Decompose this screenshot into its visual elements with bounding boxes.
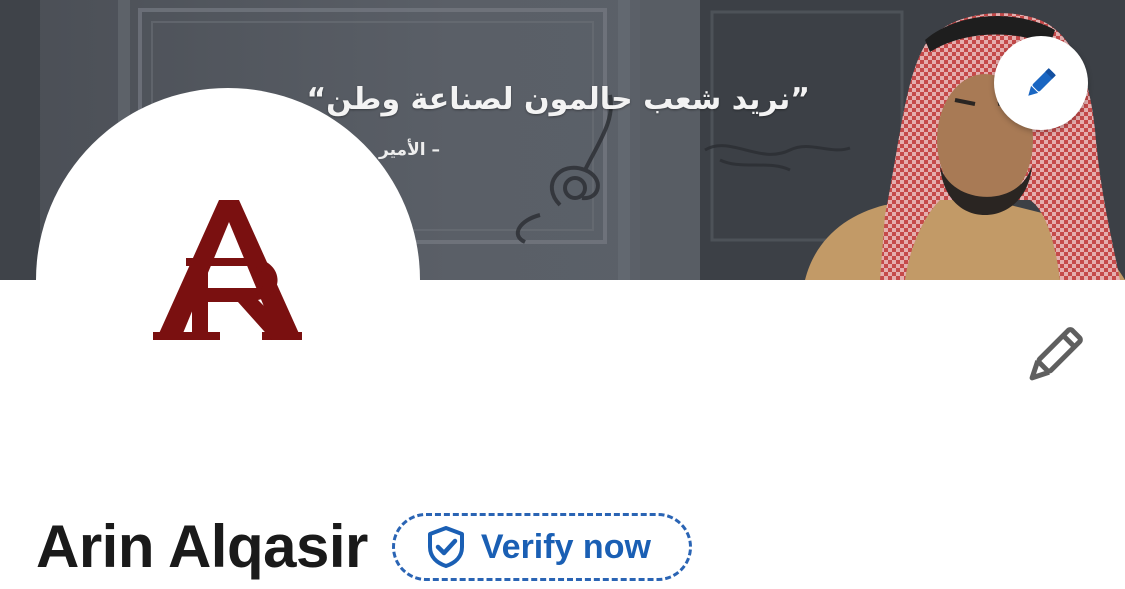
verify-now-button[interactable]: Verify now xyxy=(391,513,692,581)
edit-intro-button[interactable] xyxy=(1014,316,1094,396)
ar-logo xyxy=(153,200,302,340)
pencil-icon xyxy=(1029,327,1083,381)
profile-avatar[interactable] xyxy=(36,88,420,472)
shield-check-icon xyxy=(427,526,464,568)
edit-cover-button[interactable] xyxy=(994,36,1088,130)
verify-now-label: Verify now xyxy=(480,527,651,566)
profile-name: Arin Alqasir xyxy=(36,513,368,580)
name-row: Arin Alqasir Verify now xyxy=(36,504,692,589)
profile-header: ”نريد شعب حالمون لصناعة وطن“ – الأمير Ar… xyxy=(0,0,1125,589)
pencil-icon xyxy=(1028,68,1056,96)
